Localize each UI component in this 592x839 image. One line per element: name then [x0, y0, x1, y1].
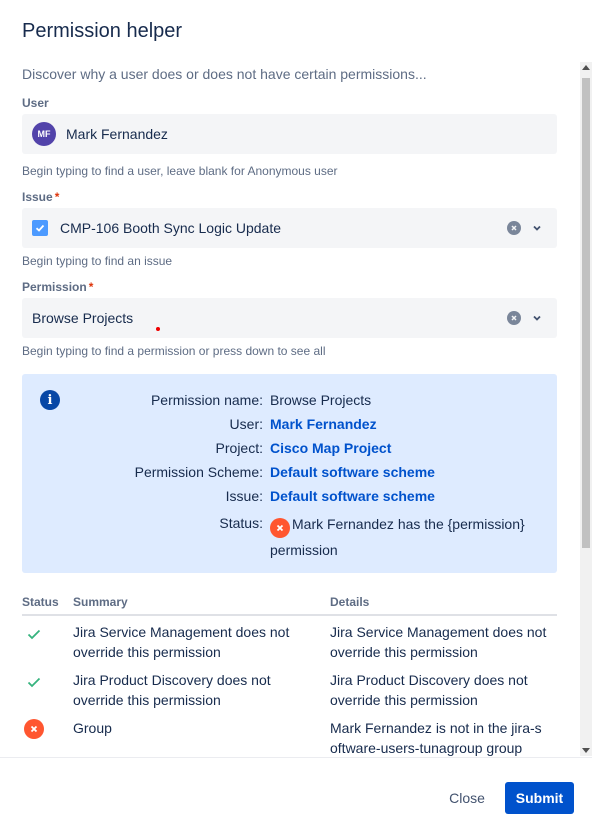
- scroll-up-arrow-icon[interactable]: [582, 65, 590, 70]
- info-icon: i: [40, 390, 60, 410]
- header-divider: [22, 614, 557, 616]
- close-button[interactable]: Close: [438, 782, 496, 814]
- issue-value: CMP-106 Booth Sync Logic Update: [60, 220, 282, 236]
- column-header-summary: Summary: [73, 595, 128, 609]
- required-mark: *: [54, 190, 60, 204]
- summary-cell: Group: [73, 720, 112, 736]
- issue-help-text: Begin typing to find an issue: [22, 254, 173, 268]
- avatar: MF: [32, 122, 56, 146]
- checkmark-icon: [27, 629, 41, 640]
- user-help-text: Begin typing to find a user, leave blank…: [22, 164, 338, 178]
- issue-field[interactable]: CMP-106 Booth Sync Logic Update: [22, 208, 557, 248]
- clear-icon[interactable]: [507, 311, 521, 325]
- table-row: Group Mark Fernandez is not in the jira-…: [22, 718, 557, 756]
- details-cell: Jira Product Discovery does not override…: [330, 672, 528, 708]
- table-row: Jira Product Discovery does not override…: [22, 670, 557, 718]
- dialog-description: Discover why a user does or does not hav…: [22, 66, 427, 82]
- clear-icon[interactable]: [507, 221, 521, 235]
- status-message: Mark Fernandez has the {permission} perm…: [270, 516, 525, 558]
- chevron-down-icon[interactable]: [531, 312, 543, 324]
- submit-button[interactable]: Submit: [505, 782, 574, 814]
- permission-label: Permission *: [22, 280, 94, 294]
- column-header-status: Status: [22, 595, 59, 609]
- chevron-down-icon[interactable]: [531, 222, 543, 234]
- project-link[interactable]: Cisco Map Project: [270, 440, 391, 456]
- error-icon: [270, 518, 290, 538]
- permission-name-value: Browse Projects: [270, 392, 372, 408]
- user-field[interactable]: MF Mark Fernandez: [22, 114, 557, 154]
- details-cell: Jira Service Management does not overrid…: [330, 624, 547, 660]
- dialog-footer: Close Submit: [0, 757, 592, 839]
- summary-cell: Jira Service Management does not overrid…: [73, 624, 290, 660]
- details-cell: Mark Fernandez is not in the jira-softwa…: [330, 720, 542, 756]
- error-icon: [24, 719, 44, 739]
- user-link[interactable]: Mark Fernandez: [270, 416, 377, 432]
- dialog-body[interactable]: Discover why a user does or does not hav…: [0, 60, 592, 756]
- table-row: Jira Service Management does not overrid…: [22, 622, 557, 670]
- scrollbar[interactable]: [580, 62, 592, 756]
- permission-help-text: Begin typing to find a permission or pre…: [22, 344, 326, 358]
- required-mark: *: [88, 280, 94, 294]
- permission-scheme-link[interactable]: Default software scheme: [270, 464, 435, 480]
- issue-type-icon: [32, 220, 48, 236]
- permission-info-panel: i Permission name: Browse Projects User:…: [22, 374, 557, 573]
- cursor-dot: [156, 327, 160, 331]
- scroll-down-arrow-icon[interactable]: [582, 748, 590, 753]
- permission-value: Browse Projects: [32, 310, 134, 326]
- checkmark-icon: [27, 677, 41, 688]
- user-label: User: [22, 96, 49, 110]
- issue-label: Issue *: [22, 190, 60, 204]
- dialog-title: Permission helper: [22, 20, 183, 42]
- scrollbar-thumb[interactable]: [582, 78, 590, 548]
- column-header-details: Details: [330, 595, 370, 609]
- permission-field[interactable]: Browse Projects: [22, 298, 557, 338]
- summary-cell: Jira Product Discovery does not override…: [73, 672, 271, 708]
- issue-link[interactable]: Default software scheme: [270, 488, 435, 504]
- user-value: Mark Fernandez: [66, 126, 168, 142]
